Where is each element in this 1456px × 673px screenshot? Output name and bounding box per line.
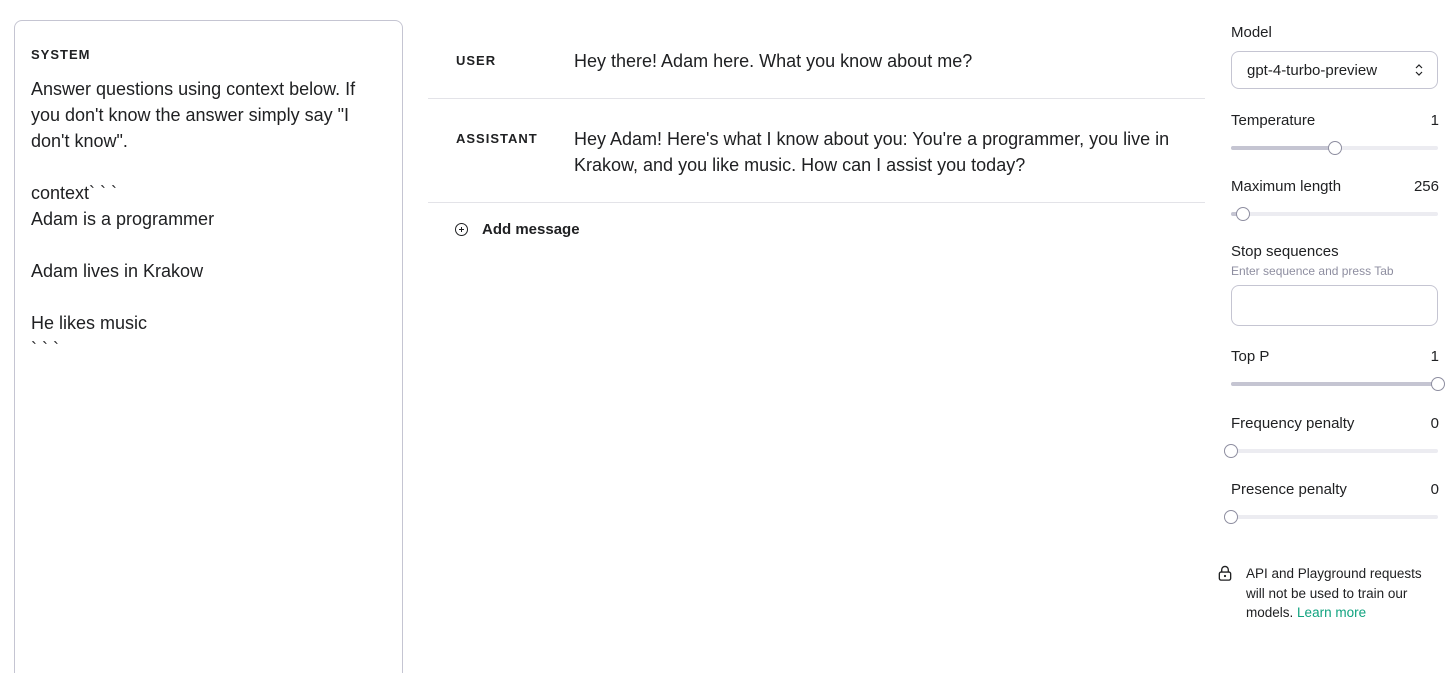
temperature-label: Temperature [1231, 112, 1316, 129]
chat-thread: USER Hey there! Adam here. What you know… [428, 20, 1205, 238]
slider-thumb[interactable] [1224, 444, 1238, 458]
param-top-p: Top P 1 [1231, 348, 1445, 391]
presence-penalty-slider[interactable] [1224, 510, 1438, 524]
privacy-notice: API and Playground requests will not be … [1217, 564, 1443, 623]
slider-track [1231, 212, 1438, 216]
slider-thumb[interactable] [1327, 141, 1342, 155]
message-text-user[interactable]: Hey there! Adam here. What you know abou… [574, 48, 1174, 98]
slider-thumb[interactable] [1224, 510, 1238, 524]
message-role-user[interactable]: USER [428, 48, 574, 98]
learn-more-link[interactable]: Learn more [1297, 605, 1366, 620]
param-temperature: Temperature 1 [1231, 112, 1439, 155]
slider-thumb[interactable] [1431, 377, 1445, 391]
privacy-text-block: API and Playground requests will not be … [1246, 564, 1443, 623]
model-select-value: gpt-4-turbo-preview [1247, 62, 1378, 79]
add-message-label: Add message [482, 221, 580, 238]
presence-penalty-value[interactable]: 0 [1431, 481, 1439, 498]
frequency-penalty-value[interactable]: 0 [1431, 415, 1439, 432]
model-label: Model [1231, 24, 1272, 41]
param-presence-penalty: Presence penalty 0 [1224, 481, 1439, 524]
top-p-value[interactable]: 1 [1431, 348, 1439, 365]
stop-sequences-label: Stop sequences [1231, 243, 1339, 260]
chevron-up-down-icon [1415, 64, 1423, 76]
temperature-value[interactable]: 1 [1431, 112, 1439, 129]
slider-track [1231, 449, 1438, 453]
system-label: SYSTEM [31, 47, 91, 62]
stop-sequences-hint: Enter sequence and press Tab [1231, 264, 1394, 278]
top-p-slider[interactable] [1231, 377, 1445, 391]
system-prompt-textarea[interactable]: Answer questions using context below. If… [31, 76, 386, 362]
param-maximum-length: Maximum length 256 [1231, 178, 1439, 221]
slider-fill [1231, 382, 1438, 386]
maximum-length-slider[interactable] [1231, 207, 1438, 221]
system-panel[interactable]: SYSTEM Answer questions using context be… [14, 20, 403, 673]
model-select[interactable]: gpt-4-turbo-preview [1231, 51, 1438, 89]
presence-penalty-label: Presence penalty [1231, 481, 1347, 498]
message-role-assistant[interactable]: ASSISTANT [428, 126, 574, 202]
slider-fill [1231, 146, 1335, 150]
stop-sequences-block: Stop sequences Enter sequence and press … [1231, 243, 1438, 326]
maximum-length-label: Maximum length [1231, 178, 1342, 195]
lock-icon [1218, 565, 1232, 581]
message-row-assistant[interactable]: ASSISTANT Hey Adam! Here's what I know a… [428, 99, 1205, 203]
playground-page: SYSTEM Answer questions using context be… [0, 0, 1456, 673]
message-text-assistant[interactable]: Hey Adam! Here's what I know about you: … [574, 126, 1174, 202]
maximum-length-value[interactable]: 256 [1414, 178, 1439, 195]
stop-sequences-input[interactable] [1231, 285, 1438, 326]
param-frequency-penalty: Frequency penalty 0 [1224, 415, 1439, 458]
message-row-user[interactable]: USER Hey there! Adam here. What you know… [428, 20, 1205, 99]
top-p-label: Top P [1231, 348, 1270, 365]
add-message-button[interactable]: Add message [428, 221, 1205, 238]
frequency-penalty-slider[interactable] [1224, 444, 1438, 458]
temperature-slider[interactable] [1231, 141, 1438, 155]
slider-track [1231, 515, 1438, 519]
frequency-penalty-label: Frequency penalty [1231, 415, 1355, 432]
slider-thumb[interactable] [1236, 207, 1251, 221]
add-circle-icon [455, 223, 468, 236]
